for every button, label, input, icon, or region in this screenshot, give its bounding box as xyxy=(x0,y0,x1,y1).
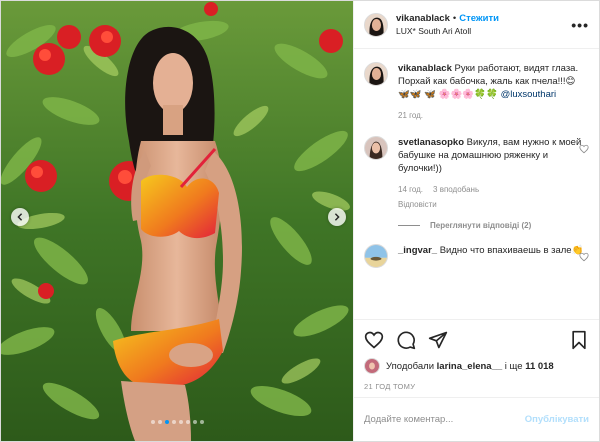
publish-button[interactable]: Опублікувати xyxy=(525,414,589,425)
post-caption: vikanablack Руки работают, видят глаза. … xyxy=(364,62,589,122)
avatar-image xyxy=(365,13,387,36)
post-location[interactable]: LUX* South Ari Atoll xyxy=(396,25,571,37)
comment-item: _ingvar_ Видно что впахиваешь в зале👏 xyxy=(364,244,589,268)
carousel-dot xyxy=(178,420,183,424)
view-replies-button[interactable]: Переглянути відповіді (2) xyxy=(398,221,589,230)
comment-likes[interactable]: 3 вподобань xyxy=(433,183,479,196)
post-modal: vikanablack • Стежити LUX* South Ari Atoll… xyxy=(0,0,600,442)
carousel-next-button[interactable] xyxy=(328,208,346,226)
post-timestamp[interactable]: 21 ГОД ТОМУ xyxy=(364,382,589,391)
post-actions: Уподобали larina_elena__ і ще 11 018 21 … xyxy=(354,319,599,391)
carousel-dot xyxy=(199,420,204,424)
chevron-left-icon xyxy=(17,213,23,221)
avatar[interactable] xyxy=(364,12,388,37)
avatar-image xyxy=(365,137,387,159)
bookmark-icon[interactable] xyxy=(569,330,589,350)
likes-prefix: Уподобали xyxy=(386,360,435,372)
reply-button[interactable]: Відповісти xyxy=(398,198,437,211)
separator: • xyxy=(452,12,457,24)
chevron-right-icon xyxy=(334,213,340,221)
likes-user-link[interactable]: larina_elena__ xyxy=(437,361,503,372)
carousel-indicator xyxy=(1,420,353,424)
likes-count-link[interactable]: 11 018 xyxy=(525,361,554,372)
post-header: vikanablack • Стежити LUX* South Ari Atoll… xyxy=(354,1,599,49)
comments-list[interactable]: vikanablack Руки работают, видят глаза. … xyxy=(354,50,599,315)
caption-time[interactable]: 21 год. xyxy=(398,109,423,122)
comment-input[interactable] xyxy=(364,414,525,425)
comment-username[interactable]: _ingvar_ xyxy=(398,245,437,256)
carousel-dot xyxy=(164,420,169,424)
avatar-image xyxy=(365,63,387,85)
post-side-panel: vikanablack • Стежити LUX* South Ari Atoll… xyxy=(353,1,599,441)
heart-icon[interactable] xyxy=(364,330,384,350)
post-author-username[interactable]: vikanablack xyxy=(396,13,450,24)
avatar-image xyxy=(365,245,387,267)
share-icon[interactable] xyxy=(428,330,448,350)
avatar[interactable] xyxy=(364,244,388,268)
comment-username[interactable]: svetlanasopko xyxy=(398,137,464,148)
avatar[interactable] xyxy=(364,62,388,86)
carousel-dot xyxy=(185,420,190,424)
comment-icon[interactable] xyxy=(396,330,416,350)
likes-summary: Уподобали larina_elena__ і ще 11 018 xyxy=(364,358,589,374)
heart-icon[interactable] xyxy=(579,252,589,262)
comment-time[interactable]: 14 год. xyxy=(398,183,423,196)
carousel-dot xyxy=(150,420,155,424)
likes-middle: і ще xyxy=(504,360,523,372)
more-options-button[interactable]: ••• xyxy=(571,17,589,33)
add-comment-form: Опублікувати xyxy=(354,397,599,441)
carousel-prev-button[interactable] xyxy=(11,208,29,226)
post-image xyxy=(1,1,353,441)
carousel-dot xyxy=(192,420,197,424)
heart-icon[interactable] xyxy=(579,144,589,154)
view-replies-label: Переглянути відповіді (2) xyxy=(430,221,532,230)
avatar[interactable] xyxy=(364,136,388,160)
carousel-dot xyxy=(157,420,162,424)
avatar-image xyxy=(365,359,379,373)
carousel-dot xyxy=(171,420,176,424)
comment-text: Видно что впахиваешь в зале👏 xyxy=(439,245,584,256)
post-photo[interactable] xyxy=(1,1,353,441)
caption-mention-link[interactable]: @luxsouthari xyxy=(501,89,557,100)
divider xyxy=(398,225,420,226)
caption-username[interactable]: vikanablack xyxy=(398,63,452,74)
avatar[interactable] xyxy=(364,358,380,374)
follow-button[interactable]: Стежити xyxy=(459,13,499,24)
comment-item: svetlanasopko Викуля, вам нужно к моей б… xyxy=(364,136,589,211)
